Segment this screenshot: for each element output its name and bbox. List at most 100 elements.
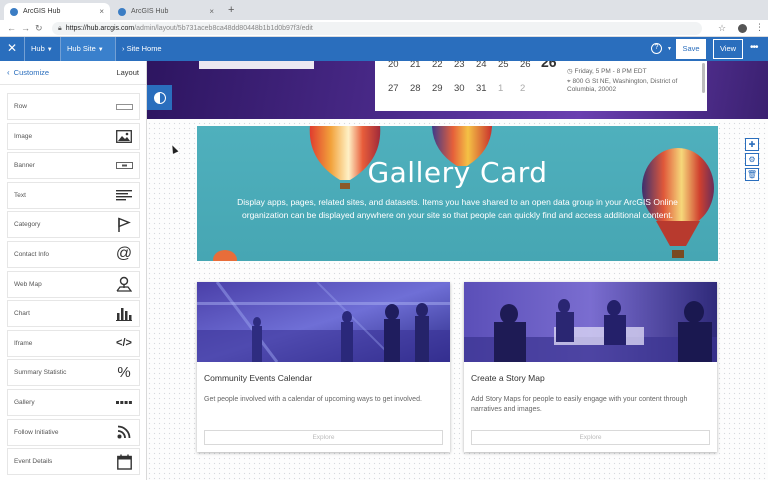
sidebar-card-image[interactable]: Image xyxy=(7,122,140,150)
gallery-card-description: Display apps, pages, related sites, and … xyxy=(237,197,678,220)
calendar-day[interactable]: 21 xyxy=(410,61,432,70)
save-button[interactable]: Save xyxy=(676,39,706,59)
calendar-scrollbar[interactable] xyxy=(702,63,705,93)
sidebar-card-event-details[interactable]: Event Details xyxy=(7,448,140,476)
gallery-card-banner: Gallery Card Display apps, pages, relate… xyxy=(197,126,718,261)
site-home-menu[interactable]: › Site Home xyxy=(116,37,168,61)
caret-down-icon[interactable]: ▼ xyxy=(667,46,672,52)
account-avatar-icon[interactable] xyxy=(738,24,747,33)
back-arrow-icon[interactable]: ← xyxy=(7,23,16,33)
calendar-day[interactable]: 31 xyxy=(476,83,498,94)
image-icon xyxy=(115,129,133,143)
more-options-icon[interactable]: ••• xyxy=(750,42,758,53)
calendar-day[interactable]: 23 xyxy=(454,61,476,70)
card-description: Add Story Maps for people to easily enga… xyxy=(471,396,688,413)
card-title: Create a Story Map xyxy=(471,373,545,383)
theme-toggle-button[interactable] xyxy=(147,85,172,110)
card-label: Iframe xyxy=(14,339,33,347)
layout-heading: Layout xyxy=(116,68,139,77)
view-button[interactable]: View xyxy=(713,39,743,59)
event-address: ⌖ 800 G St NE, Washington, District of xyxy=(567,78,677,86)
card-label: Banner xyxy=(14,162,35,170)
browser-tab-strip: ArcGIS Hub × ArcGIS Hub × + xyxy=(0,0,768,20)
bar-chart-icon xyxy=(115,307,133,321)
calendar-day[interactable]: 28 xyxy=(410,83,432,94)
calendar-day[interactable]: 20 xyxy=(388,61,410,70)
event-day: 26 xyxy=(541,61,557,70)
customize-link[interactable]: Customize xyxy=(14,68,49,77)
explore-button[interactable]: Explore xyxy=(471,430,710,445)
arcgis-favicon-icon xyxy=(118,7,126,16)
people-walking-image xyxy=(197,282,450,362)
calendar-day[interactable]: 26 xyxy=(520,61,542,70)
lock-icon: 🔒︎ xyxy=(58,25,62,32)
settings-gear-icon[interactable]: ⚙ xyxy=(745,153,759,166)
new-tab-icon[interactable]: + xyxy=(228,4,234,16)
explore-button[interactable]: Explore xyxy=(204,430,443,445)
sidebar-card-web-map[interactable]: Web Map xyxy=(7,270,140,298)
bookmark-star-icon[interactable]: ☆ xyxy=(718,23,726,34)
hot-air-balloon-image xyxy=(213,250,237,261)
event-time: ◷ Friday, 5 PM - 8 PM EDT xyxy=(567,68,647,76)
card-label: Summary Statistic xyxy=(14,369,67,377)
browser-menu-icon[interactable]: ⋮ xyxy=(755,22,764,33)
back-chevron-icon[interactable]: ‹ xyxy=(7,68,10,77)
url-input[interactable]: 🔒︎ https://hub.arcgis.com/admin/layout/5b… xyxy=(52,22,702,35)
hub-site-menu[interactable]: Hub Site ▼ xyxy=(61,37,115,61)
sidebar-card-contact-info[interactable]: Contact Info @ xyxy=(7,240,140,268)
card-image xyxy=(197,282,450,362)
help-icon[interactable]: ? xyxy=(651,43,662,54)
reload-icon[interactable]: ↻ xyxy=(35,23,43,34)
move-icon[interactable]: ✚ xyxy=(745,138,759,151)
calendar-day[interactable]: 27 xyxy=(388,83,410,94)
calendar-day[interactable]: 24 xyxy=(476,61,498,70)
calendar-day[interactable]: 29 xyxy=(432,83,454,94)
sidebar-card-category[interactable]: Category xyxy=(7,211,140,239)
calendar-day[interactable]: 2 xyxy=(520,83,542,94)
url-path: /admin/layout/5b731aceb8ca48dd80448b1b1d… xyxy=(134,25,313,32)
card-label: Contact Info xyxy=(14,250,50,258)
calendar-icon xyxy=(115,454,133,470)
calendar-day[interactable]: 22 xyxy=(432,61,454,70)
browser-tab-active[interactable]: ArcGIS Hub × xyxy=(4,3,110,20)
gallery-card-title: Gallery Card xyxy=(367,156,548,189)
sidebar-card-chart[interactable]: Chart xyxy=(7,300,140,328)
white-tile xyxy=(199,61,314,69)
sidebar-card-text[interactable]: Text xyxy=(7,181,140,209)
card-description: Get people involved with a calendar of u… xyxy=(204,396,422,403)
people-meeting-image xyxy=(464,282,717,362)
gallery-item-card[interactable]: Create a Story Map Add Story Maps for pe… xyxy=(464,282,717,452)
sidebar-card-summary-statistic[interactable]: Summary Statistic % xyxy=(7,359,140,387)
gallery-item-card[interactable]: Community Events Calendar Get people inv… xyxy=(197,282,450,452)
browser-tab[interactable]: ArcGIS Hub × xyxy=(112,3,220,20)
url-host: https://hub.arcgis.com xyxy=(65,25,135,32)
sidebar-card-gallery[interactable]: Gallery xyxy=(7,388,140,416)
close-tab-icon[interactable]: × xyxy=(99,7,104,16)
close-tab-icon[interactable]: × xyxy=(209,7,214,16)
caret-down-icon: ▼ xyxy=(46,47,53,53)
card-label: Row xyxy=(14,103,28,110)
hub-menu[interactable]: Hub ▼ xyxy=(25,37,59,61)
sidebar-card-iframe[interactable]: Iframe </> xyxy=(7,329,140,357)
site-home-label: Site Home xyxy=(126,44,162,53)
arcgis-favicon-icon xyxy=(10,7,18,16)
at-icon: @ xyxy=(115,245,133,263)
close-editor-icon[interactable]: ✕ xyxy=(7,41,17,55)
sidebar-card-row[interactable]: Row xyxy=(7,93,140,120)
layout-canvas: 20 21 22 23 24 25 26 27 28 29 30 31 1 2 … xyxy=(147,61,768,480)
contrast-icon xyxy=(153,91,166,104)
event-row-section: 20 21 22 23 24 25 26 27 28 29 30 31 1 2 … xyxy=(147,61,768,119)
row-icon xyxy=(115,100,133,114)
tab-title: ArcGIS Hub xyxy=(131,8,169,15)
card-label: Chart xyxy=(14,310,30,318)
calendar-week-row: 27 28 29 30 31 1 2 xyxy=(388,83,542,94)
hub-site-label: Hub Site xyxy=(67,44,96,53)
sidebar-card-banner[interactable]: Banner xyxy=(7,152,140,180)
forward-arrow-icon[interactable]: → xyxy=(21,23,30,33)
calendar-day[interactable]: 30 xyxy=(454,83,476,94)
trash-icon[interactable]: 🗑︎ xyxy=(745,168,759,181)
card-image xyxy=(464,282,717,362)
calendar-day[interactable]: 1 xyxy=(498,83,520,94)
sidebar-card-follow-initiative[interactable]: Follow Initiative xyxy=(7,418,140,446)
calendar-day[interactable]: 25 xyxy=(498,61,520,70)
